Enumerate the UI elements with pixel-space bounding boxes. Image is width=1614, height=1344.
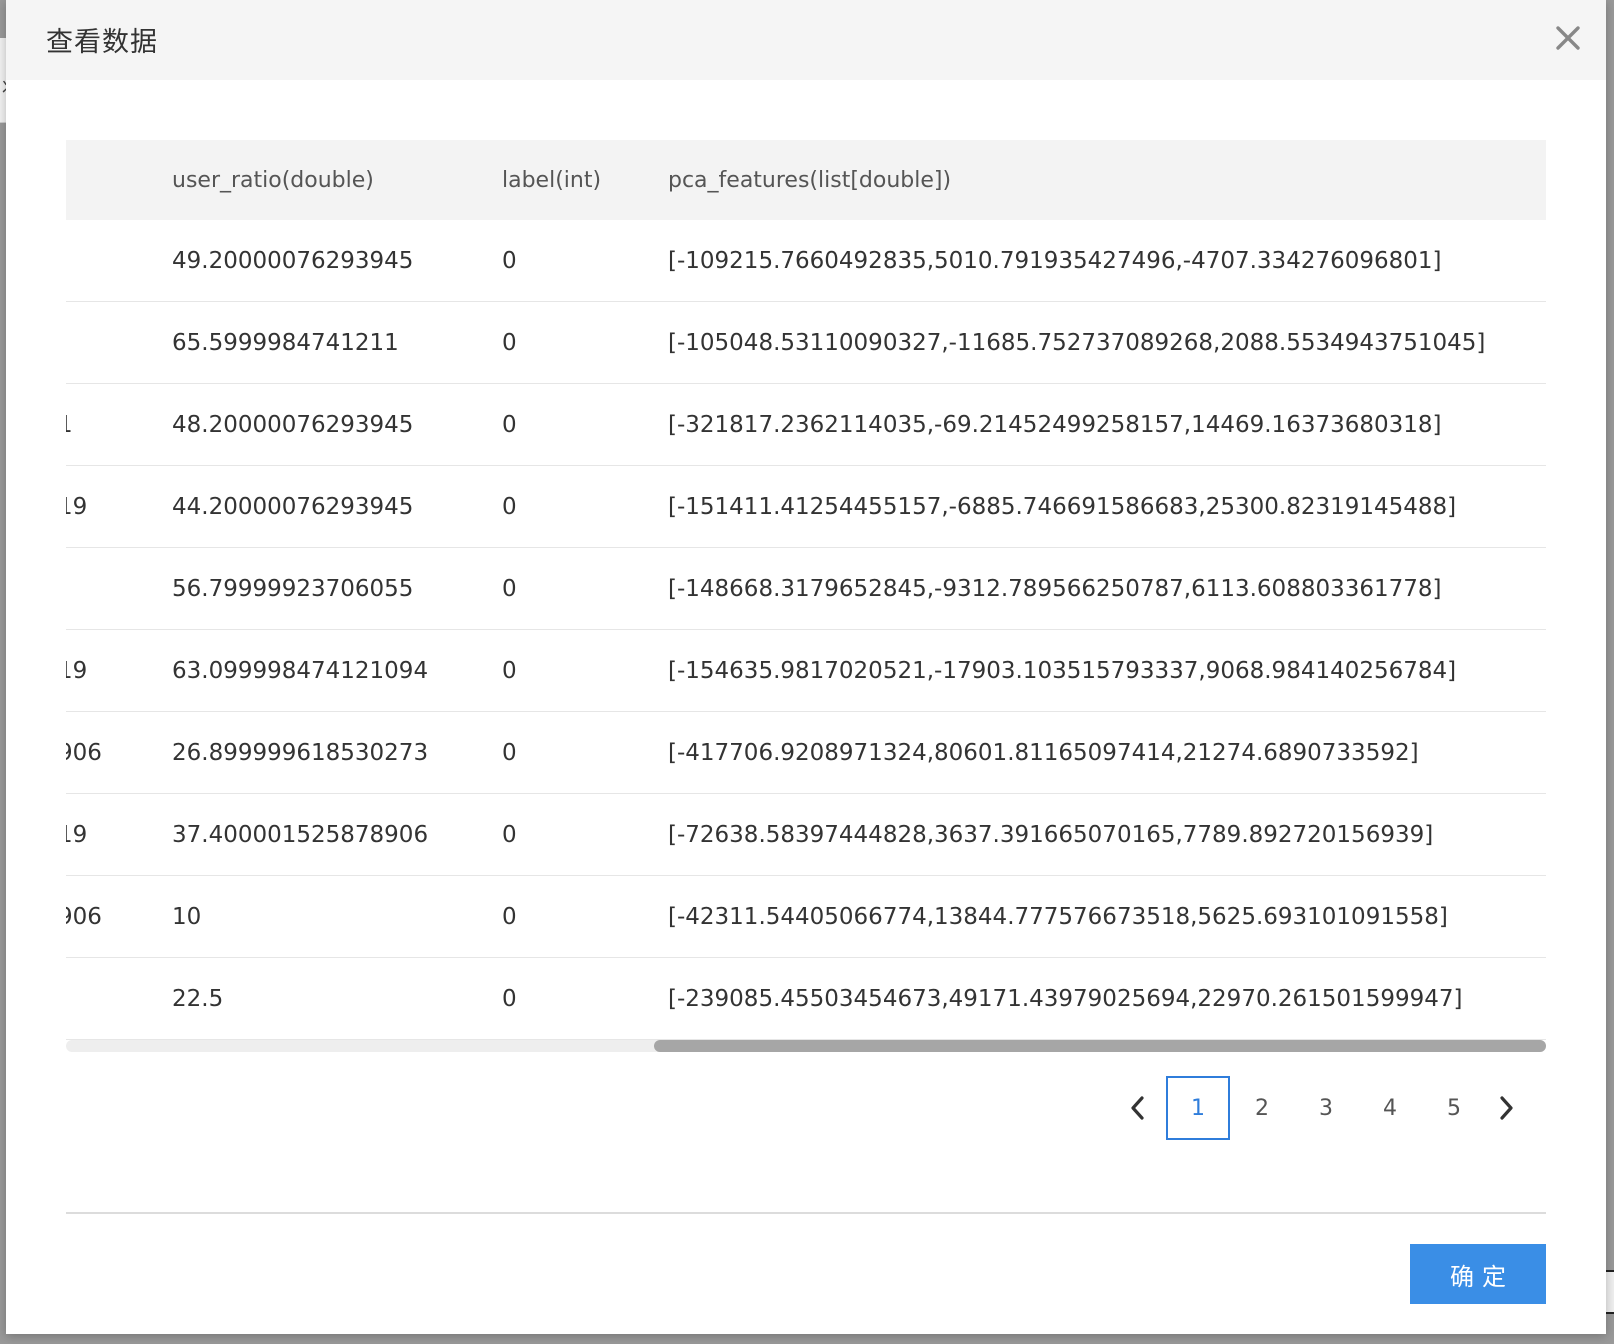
horizontal-scrollbar[interactable]: [66, 1040, 1546, 1052]
cell-pca-features: [-148668.3179652845,-9312.789566250787,6…: [668, 547, 1546, 630]
cell-truncated: [66, 957, 172, 1040]
cell-label: 0: [502, 383, 668, 466]
cell-user-ratio: 37.400001525878906: [172, 793, 502, 876]
cell-user-ratio: 10: [172, 875, 502, 958]
chevron-right-icon[interactable]: [1486, 1076, 1526, 1140]
cell-pca-features: [-72638.58397444828,3637.391665070165,77…: [668, 793, 1546, 876]
footer-divider: [66, 1212, 1546, 1214]
cell-truncated: 19: [66, 793, 172, 876]
table-row: 1944.200000762939450[-151411.41254455157…: [66, 465, 1546, 548]
table-row: 148.200000762939450[-321817.2362114035,-…: [66, 383, 1546, 466]
cell-label: 0: [502, 547, 668, 630]
cell-user-ratio: 65.5999984741211: [172, 301, 502, 384]
cell-user-ratio: 22.5: [172, 957, 502, 1040]
page-1-button[interactable]: 1: [1166, 1076, 1230, 1140]
table-row: 65.5999984741211 0 [-105048.53110090327,-1…: [66, 301, 1546, 384]
cell-user-ratio: 48.20000076293945: [172, 383, 502, 466]
cell-truncated: 906: [66, 875, 172, 958]
dialog-title: 查看数据: [46, 27, 158, 58]
cell-truncated: 1: [66, 383, 172, 466]
table-body: 49.20000076293945 0 [-109215.7660492835,50…: [66, 220, 1546, 1040]
cell-user-ratio: 44.20000076293945: [172, 465, 502, 548]
data-table-container: user_ratio(double) label(int) pca_featur…: [66, 140, 1546, 1054]
table-row: 22.5 0 [-239085.45503454673,49171.43979025…: [66, 957, 1546, 1040]
cell-label: 0: [502, 957, 668, 1040]
cell-pca-features: [-109215.7660492835,5010.791935427496,-4…: [668, 220, 1546, 302]
page-2-button[interactable]: 2: [1230, 1076, 1294, 1140]
cell-pca-features: [-154635.9817020521,-17903.103515793337,…: [668, 629, 1546, 712]
table-row: 49.20000076293945 0 [-109215.7660492835,50…: [66, 220, 1546, 302]
table-row: 906100[-42311.54405066774,13844.77757667…: [66, 875, 1546, 958]
cell-user-ratio: 49.20000076293945: [172, 220, 502, 302]
table-header-row: user_ratio(double) label(int) pca_featur…: [66, 140, 1546, 220]
cell-pca-features: [-151411.41254455157,-6885.746691586683,…: [668, 465, 1546, 548]
data-table: user_ratio(double) label(int) pca_featur…: [66, 140, 1546, 1040]
close-icon[interactable]: [1550, 20, 1586, 56]
dialog-header: 查看数据: [6, 0, 1606, 80]
table-row: 1937.4000015258789060[-72638.58397444828…: [66, 793, 1546, 876]
scrollbar-thumb[interactable]: [654, 1040, 1546, 1052]
cell-user-ratio: 63.099998474121094: [172, 629, 502, 712]
view-data-dialog: 查看数据 user_ratio(double) label(int) pca_f…: [6, 0, 1606, 1334]
cell-label: 0: [502, 875, 668, 958]
column-header-label: label(int): [502, 140, 668, 220]
table-row: 56.79999923706055 0 [-148668.3179652845,-9…: [66, 547, 1546, 630]
cell-truncated: [66, 220, 172, 302]
page-4-button[interactable]: 4: [1358, 1076, 1422, 1140]
table-row: 90626.8999996185302730[-417706.920897132…: [66, 711, 1546, 794]
cell-truncated: [66, 301, 172, 384]
chevron-left-icon[interactable]: [1118, 1076, 1158, 1140]
cell-truncated: 19: [66, 629, 172, 712]
cell-label: 0: [502, 301, 668, 384]
cell-user-ratio: 26.899999618530273: [172, 711, 502, 794]
page-3-button[interactable]: 3: [1294, 1076, 1358, 1140]
pagination: 1 2 3 4 5: [1118, 1076, 1526, 1140]
cell-pca-features: [-42311.54405066774,13844.777576673518,5…: [668, 875, 1546, 958]
cell-label: 0: [502, 465, 668, 548]
cell-label: 0: [502, 793, 668, 876]
cell-pca-features: [-321817.2362114035,-69.21452499258157,1…: [668, 383, 1546, 466]
confirm-button[interactable]: 确定: [1410, 1244, 1546, 1304]
cell-pca-features: [-239085.45503454673,49171.43979025694,2…: [668, 957, 1546, 1040]
cell-label: 0: [502, 220, 668, 302]
cell-user-ratio: 56.79999923706055: [172, 547, 502, 630]
column-header-user-ratio: user_ratio(double): [172, 140, 502, 220]
cell-truncated: 19: [66, 465, 172, 548]
column-header-pca-features: pca_features(list[double]): [668, 140, 1546, 220]
table-row: 1963.0999984741210940[-154635.9817020521…: [66, 629, 1546, 712]
cell-label: 0: [502, 629, 668, 712]
cell-truncated: 906: [66, 711, 172, 794]
column-header-truncated: [66, 140, 172, 220]
page-5-button[interactable]: 5: [1422, 1076, 1486, 1140]
cell-pca-features: [-105048.53110090327,-11685.752737089268…: [668, 301, 1546, 384]
cell-label: 0: [502, 711, 668, 794]
cell-truncated: [66, 547, 172, 630]
cell-pca-features: [-417706.9208971324,80601.81165097414,21…: [668, 711, 1546, 794]
